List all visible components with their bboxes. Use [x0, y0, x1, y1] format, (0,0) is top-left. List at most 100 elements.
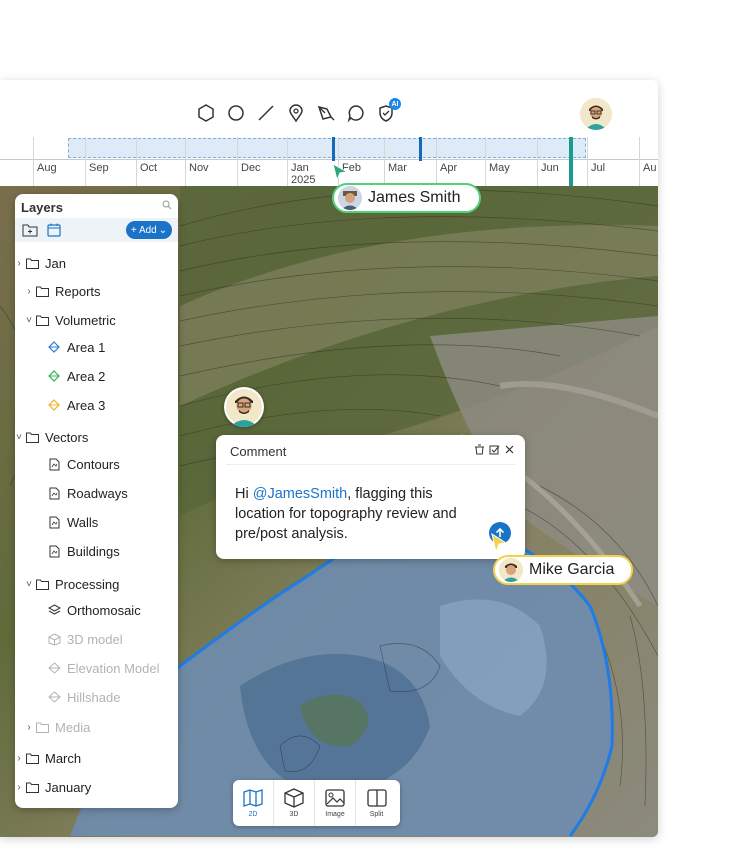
timeline-tick [436, 137, 437, 186]
comment-title: Comment [230, 444, 287, 459]
chevron-right-icon: › [27, 721, 31, 733]
view-2d-button[interactable]: 2D [233, 780, 274, 826]
timeline-tick [287, 137, 288, 186]
folder-icon [25, 256, 39, 270]
layer-area-1[interactable]: Area 1 [45, 336, 105, 358]
layers-panel: Layers + Add ⌄ › Jan › Reports ˅ Volumet… [15, 194, 178, 808]
layer-folder-vectors[interactable]: ˅ Vectors [15, 426, 88, 448]
avatar [338, 186, 362, 210]
view-mode-bar: 2D 3D Image Split [233, 780, 400, 826]
timeline-tick [33, 137, 34, 186]
layer-label: Vectors [45, 429, 89, 445]
view-label: Split [369, 811, 384, 818]
layer-folder-reports[interactable]: › Reports [25, 280, 100, 302]
timeline-month: Sep [89, 162, 109, 174]
timeline-marker-current[interactable] [569, 137, 573, 186]
pen-tool-icon[interactable] [315, 102, 337, 124]
timeline-month: Nov [189, 162, 209, 174]
layer-area-3[interactable]: Area 3 [45, 394, 105, 416]
close-icon[interactable] [504, 444, 515, 458]
layer-orthomosaic[interactable]: Orthomosaic [45, 599, 141, 621]
timeline-marker[interactable] [332, 137, 335, 161]
timeline-tick [185, 137, 186, 186]
timeline-axis [0, 159, 658, 160]
calendar-icon[interactable] [46, 222, 62, 238]
timeline-tick [485, 137, 486, 186]
timeline-tick [136, 137, 137, 186]
layer-label: Hillshade [67, 689, 121, 705]
timeline[interactable]: Aug Sep Oct Nov Dec Jan 2025 Feb Mar Apr… [0, 137, 658, 186]
timeline-month: Dec [241, 162, 261, 174]
layer-roadways[interactable]: Roadways [45, 482, 128, 504]
user-avatar[interactable] [580, 98, 612, 130]
trash-icon[interactable] [474, 444, 485, 458]
comment-card: Comment Hi @JamesSmith, flagging this lo… [216, 435, 525, 559]
view-split-button[interactable]: Split [356, 780, 397, 826]
cube-icon [284, 788, 304, 808]
file-icon [47, 544, 61, 558]
folder-icon [25, 780, 39, 794]
layer-walls[interactable]: Walls [45, 511, 98, 533]
layer-folder-jan[interactable]: › Jan [15, 252, 66, 274]
timeline-month: Aug [37, 162, 57, 174]
file-icon [47, 457, 61, 471]
collaborator-name: Mike Garcia [529, 561, 615, 578]
folder-icon [35, 720, 49, 734]
layer-label: 3D model [67, 631, 123, 647]
view-3d-button[interactable]: 3D [274, 780, 315, 826]
folder-icon [25, 430, 39, 444]
view-image-button[interactable]: Image [315, 780, 356, 826]
timeline-tick [587, 137, 588, 186]
add-button-label: + Add [130, 224, 157, 236]
layer-folder-volumetric[interactable]: ˅ Volumetric [25, 309, 116, 331]
timeline-month: Oct [140, 162, 158, 174]
layer-folder-media[interactable]: › Media [25, 716, 90, 738]
pin-tool-icon[interactable] [285, 102, 307, 124]
comment-text: Hi [235, 486, 253, 502]
mention-link[interactable]: @JamesSmith [253, 486, 348, 502]
layers-icon [47, 603, 61, 617]
add-folder-icon[interactable] [22, 222, 38, 238]
timeline-month: Jan [291, 162, 309, 174]
comment-actions [474, 444, 515, 458]
top-toolbar: AI [0, 80, 658, 138]
collaborator-tag-mike[interactable]: Mike Garcia [493, 555, 633, 585]
ai-shield-tool-icon[interactable]: AI [375, 98, 401, 124]
timeline-month: Jul [591, 162, 606, 174]
timeline-month: Jun [541, 162, 559, 174]
layer-elevation-model[interactable]: Elevation Model [45, 657, 160, 679]
collaborator-tag-james[interactable]: James Smith [332, 183, 481, 213]
layer-folder-march[interactable]: › March [15, 747, 81, 769]
search-icon[interactable] [162, 200, 172, 213]
layer-label: Area 3 [67, 397, 106, 413]
timeline-tick [237, 137, 238, 186]
layer-folder-processing[interactable]: ˅ Processing [25, 573, 119, 595]
layer-area-2[interactable]: Area 2 [45, 365, 105, 387]
chevron-right-icon: › [17, 752, 21, 764]
timeline-range[interactable] [68, 138, 586, 158]
timeline-marker[interactable] [419, 137, 422, 161]
map-icon [243, 789, 263, 807]
chevron-down-icon: ⌄ [158, 224, 168, 236]
timeline-month: May [489, 162, 510, 174]
layer-folder-january[interactable]: › January [15, 776, 91, 798]
layer-buildings[interactable]: Buildings [45, 540, 120, 562]
checkbox-icon[interactable] [489, 444, 500, 458]
line-tool-icon[interactable] [255, 102, 277, 124]
area-icon [47, 340, 61, 354]
add-layer-button[interactable]: + Add ⌄ [126, 221, 172, 239]
layer-label: January [45, 779, 92, 795]
comment-tool-icon[interactable] [345, 102, 367, 124]
view-label: 3D [289, 811, 299, 818]
layer-label: Volumetric [55, 312, 116, 328]
avatar [499, 558, 523, 582]
timeline-tick [384, 137, 385, 186]
hexagon-tool-icon[interactable] [195, 102, 217, 124]
comment-author-avatar[interactable] [224, 387, 264, 427]
drawing-tools: AI [195, 98, 401, 124]
layer-3d-model[interactable]: 3D model [45, 628, 123, 650]
layer-hillshade[interactable]: Hillshade [45, 686, 120, 708]
layer-contours[interactable]: Contours [45, 453, 120, 475]
circle-tool-icon[interactable] [225, 102, 247, 124]
timeline-tick [537, 137, 538, 186]
